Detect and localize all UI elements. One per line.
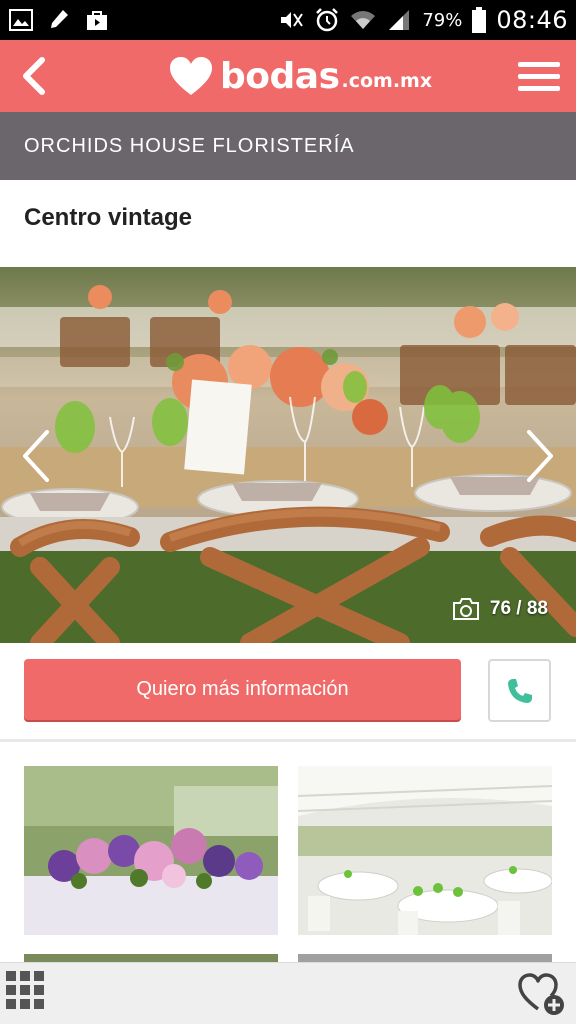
chevron-left-icon: [23, 430, 49, 482]
battery-percent: 79%: [422, 9, 463, 31]
gallery-thumbnail[interactable]: [24, 954, 278, 962]
request-info-button[interactable]: Quiero más información: [24, 659, 461, 720]
camera-icon: [452, 598, 479, 620]
heart-plus-icon: [518, 973, 564, 1015]
hamburger-icon-line: [518, 61, 560, 67]
status-bar: 79% 08:46: [0, 0, 576, 40]
photo-carousel[interactable]: 76 / 88: [0, 267, 576, 643]
add-favorite-button[interactable]: [516, 969, 566, 1017]
logo-word: bodas: [220, 55, 340, 97]
previous-photo-button[interactable]: [16, 424, 56, 488]
logo[interactable]: bodas .com.mx: [168, 48, 432, 104]
heart-logo-icon: [170, 57, 212, 95]
gallery-thumbnail[interactable]: [24, 766, 278, 935]
next-photo-button[interactable]: [520, 424, 560, 488]
table-setting-photo: [0, 267, 576, 643]
bag-icon: [84, 7, 110, 33]
chevron-left-icon: [23, 57, 45, 95]
vendor-name: ORCHIDS HOUSE FLORISTERÍA: [24, 134, 355, 157]
photo-counter: 76 / 88: [452, 597, 548, 621]
vendor-bar[interactable]: ORCHIDS HOUSE FLORISTERÍA: [0, 112, 576, 180]
battery-icon: [472, 7, 487, 33]
actions-bar: Quiero más información: [0, 643, 576, 739]
purple-arrangement-photo: [24, 766, 278, 935]
clock: 08:46: [496, 6, 568, 34]
grid-icon[interactable]: [6, 971, 46, 1011]
gallery-thumbnail[interactable]: [298, 954, 552, 962]
logo-domain: .com.mx: [341, 70, 433, 92]
chevron-right-icon: [527, 430, 553, 482]
page-title: Centro vintage: [24, 204, 193, 231]
hamburger-icon-line: [518, 73, 560, 79]
related-gallery: [0, 742, 576, 962]
app-header: bodas .com.mx: [0, 40, 576, 112]
gallery-thumbnail[interactable]: [298, 766, 552, 935]
gallery-icon: [8, 7, 34, 33]
signal-icon: [386, 7, 412, 33]
menu-button[interactable]: [518, 54, 560, 98]
back-button[interactable]: [14, 52, 54, 100]
pencil-icon: [46, 7, 72, 33]
mute-icon: [278, 7, 304, 33]
photo-counter-text: 76 / 88: [489, 598, 548, 619]
hamburger-icon-line: [518, 85, 560, 91]
bottom-bar: [0, 962, 576, 1024]
tent-reception-photo: [298, 766, 552, 935]
wifi-icon: [350, 7, 376, 33]
call-button[interactable]: [488, 659, 551, 722]
alarm-icon: [314, 7, 340, 33]
phone-icon: [507, 678, 532, 703]
